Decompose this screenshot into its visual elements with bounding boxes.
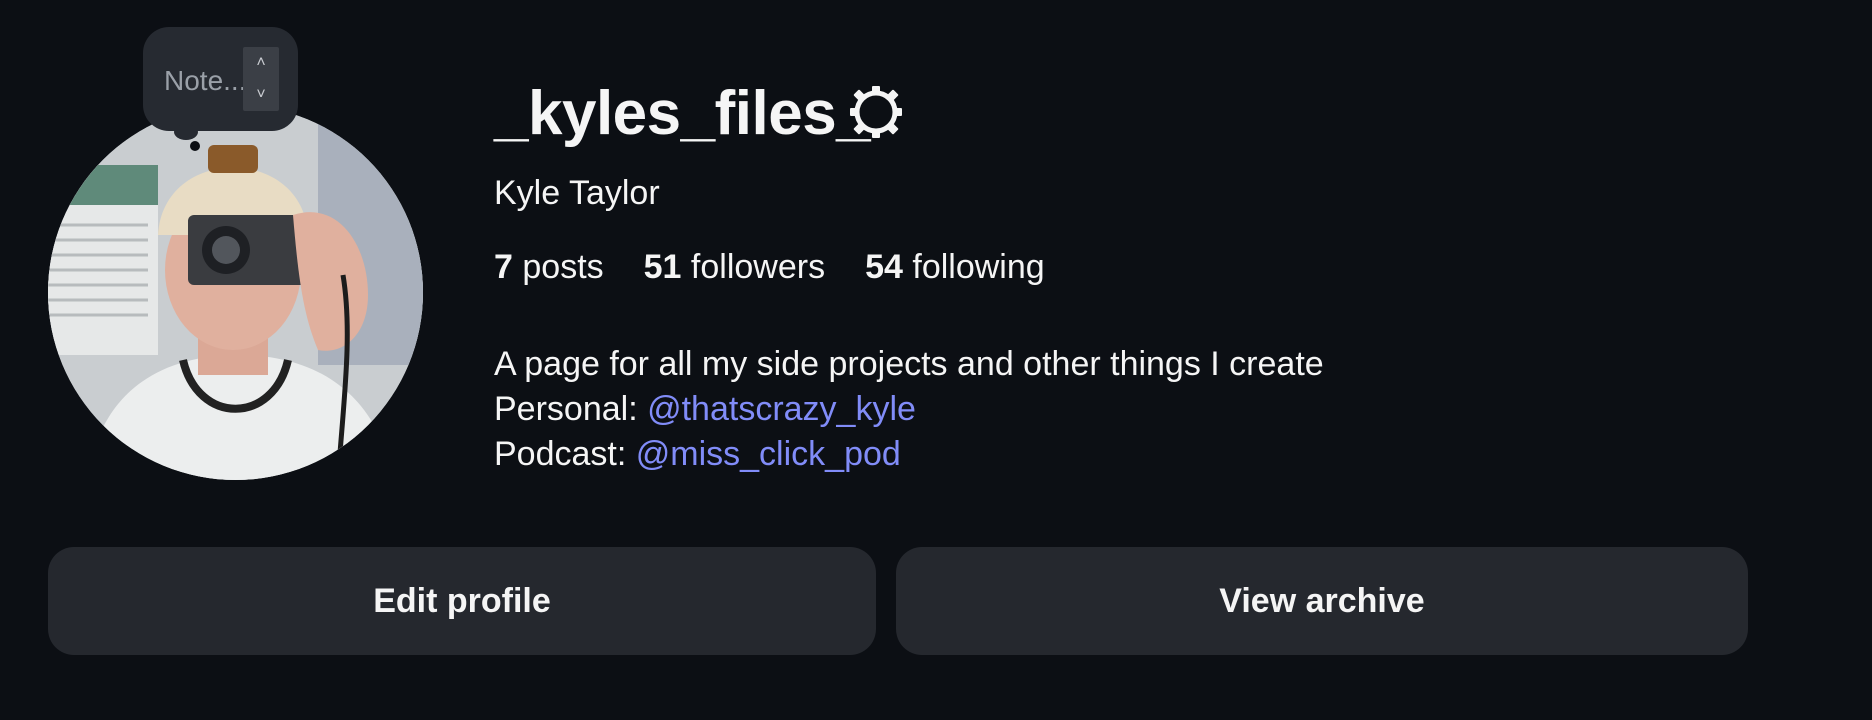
profile-stats: 7 posts 51 followers 54 following [494,248,1085,287]
bio: A page for all my side projects and othe… [494,342,1324,477]
full-name: Kyle Taylor [494,174,660,212]
note-bubble-tail [174,124,198,140]
personal-handle-link[interactable]: @thatscrazy_kyle [647,390,916,428]
note-bubble-dot [190,141,200,151]
following-count: 54 [865,248,903,286]
followers-count: 51 [643,248,682,286]
view-archive-button[interactable]: View archive [896,547,1748,655]
note-bubble[interactable]: Note... ˄ ˅ [143,27,298,131]
followers-stat[interactable]: 51 followers [644,248,825,287]
edit-profile-button[interactable]: Edit profile [48,547,876,655]
posts-stat[interactable]: 7 posts [494,248,604,287]
bio-line: A page for all my side projects and othe… [494,345,1324,383]
profile-photo-icon [48,105,423,480]
posts-label: posts [522,248,604,286]
note-stepper[interactable]: ˄ ˅ [243,47,279,111]
posts-count: 7 [494,248,513,286]
following-label: following [912,248,1045,286]
bio-podcast-line: Podcast: @miss_click_pod [494,432,1324,477]
stepper-down-icon[interactable]: ˅ [243,79,279,111]
personal-label: Personal: [494,390,648,428]
stepper-up-icon[interactable]: ˄ [243,47,279,79]
podcast-label: Podcast: [494,435,636,473]
avatar[interactable] [48,105,423,480]
profile-page: Note... ˄ ˅ _kyles_files_ Kyle Taylor 7 [0,0,1872,720]
note-input[interactable]: Note... [164,65,246,97]
username: _kyles_files_ [494,79,871,148]
gear-icon[interactable] [846,82,906,142]
following-stat[interactable]: 54 following [865,248,1045,287]
podcast-handle-link[interactable]: @miss_click_pod [636,435,901,473]
bio-personal-line: Personal: @thatscrazy_kyle [494,387,1324,432]
followers-label: followers [690,248,826,286]
